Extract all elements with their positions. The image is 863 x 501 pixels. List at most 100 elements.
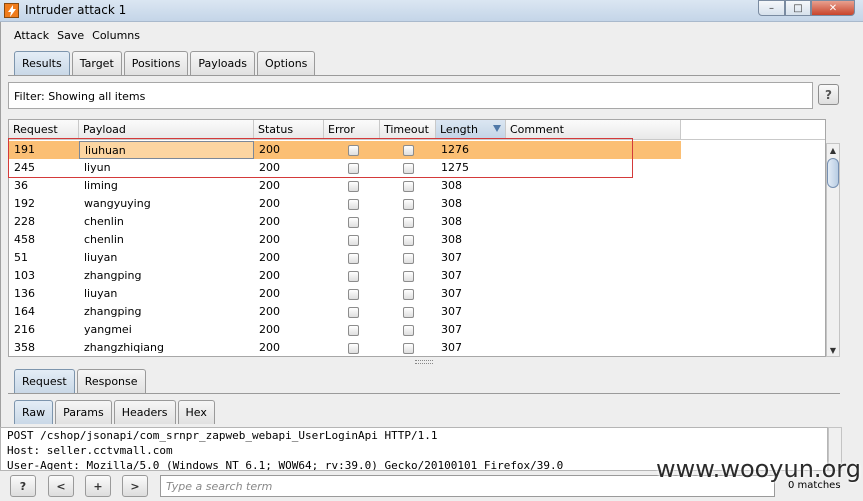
cell-length: 307 bbox=[441, 287, 462, 300]
previous-button[interactable]: < bbox=[48, 475, 74, 497]
cell-payload: liyun bbox=[84, 161, 111, 174]
column-header-status[interactable]: Status bbox=[254, 120, 324, 140]
table-scrollbar[interactable]: ▲ ▼ bbox=[826, 143, 840, 357]
column-header-length[interactable]: Length bbox=[436, 120, 506, 140]
cell-length: 308 bbox=[441, 197, 462, 210]
cell-payload: liming bbox=[84, 179, 118, 192]
error-checkbox[interactable] bbox=[348, 307, 359, 318]
table-row[interactable]: 136 liuyan 200 307 bbox=[9, 285, 681, 303]
timeout-checkbox[interactable] bbox=[403, 145, 414, 156]
menu-save[interactable]: Save bbox=[57, 29, 84, 42]
table-row[interactable]: 191 liuhuan 200 1276 bbox=[9, 141, 681, 159]
table-row[interactable]: 192 wangyuying 200 308 bbox=[9, 195, 681, 213]
cell-payload: liuhuan bbox=[79, 141, 254, 159]
tab-headers[interactable]: Headers bbox=[113, 400, 176, 424]
cell-length: 307 bbox=[441, 323, 462, 336]
column-header-length-label: Length bbox=[440, 123, 478, 136]
table-header: Request Payload Status Error Timeout Len… bbox=[9, 120, 825, 140]
cell-length: 308 bbox=[441, 233, 462, 246]
column-header-payload[interactable]: Payload bbox=[79, 120, 254, 140]
error-checkbox[interactable] bbox=[348, 181, 359, 192]
column-header-filler bbox=[681, 120, 825, 140]
column-header-error[interactable]: Error bbox=[324, 120, 380, 140]
tab-target[interactable]: Target bbox=[71, 51, 122, 75]
error-checkbox[interactable] bbox=[348, 325, 359, 336]
cell-length: 308 bbox=[441, 215, 462, 228]
error-checkbox[interactable] bbox=[348, 253, 359, 264]
table-row[interactable]: 164 zhangping 200 307 bbox=[9, 303, 681, 321]
split-pane-grip[interactable] bbox=[415, 360, 433, 364]
cell-comment bbox=[506, 285, 511, 303]
cell-request: 192 bbox=[14, 197, 35, 210]
table-row[interactable]: 51 liuyan 200 307 bbox=[9, 249, 681, 267]
error-checkbox[interactable] bbox=[348, 235, 359, 246]
minimize-button[interactable]: – bbox=[758, 0, 785, 16]
cell-comment bbox=[506, 303, 511, 321]
cell-request: 191 bbox=[14, 143, 35, 156]
error-checkbox[interactable] bbox=[348, 271, 359, 282]
error-checkbox[interactable] bbox=[348, 163, 359, 174]
timeout-checkbox[interactable] bbox=[403, 181, 414, 192]
tab-response[interactable]: Response bbox=[76, 369, 146, 393]
error-checkbox[interactable] bbox=[348, 289, 359, 300]
cell-comment bbox=[506, 231, 511, 249]
cell-length: 1275 bbox=[441, 161, 469, 174]
timeout-checkbox[interactable] bbox=[403, 199, 414, 210]
tab-raw[interactable]: Raw bbox=[14, 400, 54, 424]
table-row[interactable]: 216 yangmei 200 307 bbox=[9, 321, 681, 339]
detail-tab-divider bbox=[8, 393, 840, 394]
close-button[interactable]: ✕ bbox=[811, 0, 855, 16]
filter-help-button[interactable]: ? bbox=[818, 84, 839, 105]
table-row[interactable]: 228 chenlin 200 308 bbox=[9, 213, 681, 231]
cell-comment bbox=[506, 213, 511, 231]
cell-comment bbox=[506, 141, 511, 159]
maximize-button[interactable]: □ bbox=[785, 0, 811, 16]
tab-hex[interactable]: Hex bbox=[177, 400, 215, 424]
cell-status: 200 bbox=[259, 287, 280, 300]
main-tabs: Results Target Positions Payloads Option… bbox=[14, 51, 317, 75]
table-row[interactable]: 358 zhangzhiqiang 200 307 bbox=[9, 339, 681, 356]
cell-payload: yangmei bbox=[84, 323, 132, 336]
tab-request[interactable]: Request bbox=[14, 369, 75, 393]
timeout-checkbox[interactable] bbox=[403, 343, 414, 354]
column-header-comment[interactable]: Comment bbox=[506, 120, 681, 140]
error-checkbox[interactable] bbox=[348, 217, 359, 228]
next-button[interactable]: > bbox=[122, 475, 148, 497]
cell-payload: chenlin bbox=[84, 233, 124, 246]
table-row[interactable]: 36 liming 200 308 bbox=[9, 177, 681, 195]
raw-line: POST /cshop/jsonapi/com_srnpr_zapweb_web… bbox=[7, 429, 438, 442]
timeout-checkbox[interactable] bbox=[403, 307, 414, 318]
cell-request: 103 bbox=[14, 269, 35, 282]
cell-status: 200 bbox=[259, 323, 280, 336]
tab-options[interactable]: Options bbox=[256, 51, 316, 75]
add-button[interactable]: + bbox=[85, 475, 111, 497]
table-row[interactable]: 245 liyun 200 1275 bbox=[9, 159, 681, 177]
column-header-request[interactable]: Request bbox=[9, 120, 79, 140]
timeout-checkbox[interactable] bbox=[403, 235, 414, 246]
tab-payloads[interactable]: Payloads bbox=[190, 51, 255, 75]
scroll-down-icon[interactable]: ▼ bbox=[828, 345, 838, 355]
timeout-checkbox[interactable] bbox=[403, 253, 414, 264]
error-checkbox[interactable] bbox=[348, 199, 359, 210]
cell-length: 308 bbox=[441, 179, 462, 192]
timeout-checkbox[interactable] bbox=[403, 217, 414, 228]
error-checkbox[interactable] bbox=[348, 343, 359, 354]
scroll-thumb[interactable] bbox=[827, 158, 839, 188]
table-row[interactable]: 458 chenlin 200 308 bbox=[9, 231, 681, 249]
filter-bar[interactable]: Filter: Showing all items bbox=[8, 82, 813, 109]
timeout-checkbox[interactable] bbox=[403, 163, 414, 174]
timeout-checkbox[interactable] bbox=[403, 325, 414, 336]
cell-payload: liuyan bbox=[84, 251, 118, 264]
table-row[interactable]: 103 zhangping 200 307 bbox=[9, 267, 681, 285]
scroll-up-icon[interactable]: ▲ bbox=[828, 145, 838, 155]
timeout-checkbox[interactable] bbox=[403, 289, 414, 300]
timeout-checkbox[interactable] bbox=[403, 271, 414, 282]
menu-attack[interactable]: Attack bbox=[14, 29, 49, 42]
error-checkbox[interactable] bbox=[348, 145, 359, 156]
help-button[interactable]: ? bbox=[10, 475, 36, 497]
tab-results[interactable]: Results bbox=[14, 51, 70, 75]
tab-params[interactable]: Params bbox=[55, 400, 112, 424]
menu-columns[interactable]: Columns bbox=[92, 29, 140, 42]
tab-positions[interactable]: Positions bbox=[123, 51, 189, 75]
column-header-timeout[interactable]: Timeout bbox=[380, 120, 436, 140]
